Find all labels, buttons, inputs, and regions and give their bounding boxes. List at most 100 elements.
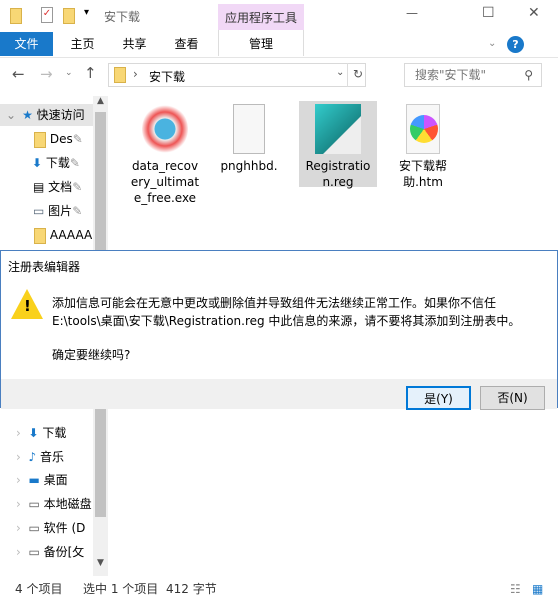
ribbon-divider	[0, 57, 558, 58]
maximize-button[interactable]: ☐	[482, 5, 495, 21]
nav-item-music[interactable]: › ♪ 音乐	[0, 446, 93, 468]
music-icon: ♪	[28, 450, 37, 464]
address-dropdown-icon[interactable]: ⌄	[336, 67, 344, 78]
breadcrumb-item[interactable]: 安下载	[149, 68, 185, 85]
help-icon[interactable]: ?	[507, 36, 524, 53]
large-icons-view-icon[interactable]: ▦	[532, 578, 543, 600]
no-button[interactable]: 否(N)	[480, 386, 545, 410]
recent-dropdown-icon[interactable]: ⌄	[65, 68, 73, 78]
address-bar[interactable]: › 安下载 ⌄ ↻	[108, 63, 366, 87]
details-view-icon[interactable]: ☷	[510, 578, 521, 600]
dialog-message: 添加信息可能会在无意中更改或删除值并导致组件无法继续正常工作。如果你不信任 E:…	[52, 294, 520, 364]
drive-icon: ▭	[28, 497, 40, 511]
chevron-down-icon: ⌄	[6, 108, 17, 122]
tab-file[interactable]: 文件	[0, 32, 53, 56]
file-name: 安下载帮助.htm	[398, 159, 447, 189]
drive-icon: ▭	[28, 521, 40, 535]
nav-item-local-disk[interactable]: › ▭ 本地磁盘	[0, 493, 93, 515]
message-line: 添加信息可能会在无意中更改或删除值并导致组件无法继续正常工作。如果你不信任	[52, 296, 497, 310]
customize-dropdown-icon[interactable]: ▾	[84, 7, 89, 18]
search-icon: ⚲	[524, 68, 533, 82]
tab-manage[interactable]: 管理	[218, 32, 304, 56]
nav-item-desktop[interactable]: › ▬ 桌面	[0, 469, 93, 491]
desktop-icon: ▬	[28, 473, 40, 487]
html-file-icon	[406, 104, 440, 154]
search-input[interactable]: 搜索"安下载" ⚲	[404, 63, 542, 87]
scroll-down-icon[interactable]: ▼	[93, 558, 108, 568]
message-question: 确定要继续吗?	[52, 348, 131, 362]
document-icon: ▤	[33, 180, 45, 194]
status-bar: 4 个项目 选中 1 个项目 412 字节 ☷ ▦	[0, 578, 558, 600]
close-button[interactable]: ✕	[528, 5, 540, 21]
dialog-footer: 是(Y) 否(N)	[1, 379, 557, 410]
pin-icon: ✎	[72, 180, 83, 194]
warning-icon: !	[11, 289, 43, 319]
nav-label: 图片	[48, 204, 73, 218]
nav-item-folder[interactable]: AAAAA	[0, 224, 93, 246]
title-bar: ✓ ▾ 安下载 应用程序工具 — ☐ ✕	[0, 0, 558, 56]
nav-label: 音乐	[39, 450, 64, 464]
nav-label: 文档	[48, 180, 73, 194]
nav-quick-access[interactable]: ⌄ ★ 快速访问	[0, 104, 93, 126]
back-icon[interactable]: ←	[12, 65, 25, 83]
file-item-selected[interactable]: Registration.reg	[299, 101, 377, 189]
window-title: 安下载	[104, 10, 141, 24]
nav-item-pictures[interactable]: ▭ 图片✎	[0, 200, 93, 222]
folder-icon	[34, 227, 46, 244]
nav-label: 快速访问	[36, 108, 85, 122]
nav-item-drive-d[interactable]: › ▭ 软件 (D	[0, 517, 93, 539]
registry-file-icon	[315, 104, 361, 154]
dialog-title: 注册表编辑器	[8, 260, 81, 274]
minimize-button[interactable]: —	[406, 6, 418, 20]
nav-item-desktop[interactable]: Des✎	[0, 128, 93, 150]
pin-icon: ✎	[69, 156, 80, 170]
selected-size: 412 字节	[166, 582, 217, 596]
nav-label: 软件 (D	[43, 521, 86, 535]
new-folder-icon[interactable]	[63, 8, 75, 24]
file-name: data_recovery_ultimate_free.exe	[130, 159, 200, 205]
tab-view[interactable]: 查看	[164, 32, 209, 56]
nav-label: 桌面	[43, 473, 68, 487]
nav-label: AAAAA	[49, 228, 93, 242]
recovery-app-icon	[142, 104, 188, 154]
nav-item-downloads[interactable]: ⬇ 下载✎	[0, 152, 93, 174]
folder-icon	[34, 131, 46, 148]
selected-count: 选中 1 个项目	[83, 582, 159, 596]
tab-share[interactable]: 共享	[112, 32, 157, 56]
nav-label: 本地磁盘	[43, 497, 92, 511]
folder-icon	[114, 67, 126, 83]
yes-button[interactable]: 是(Y)	[406, 386, 471, 410]
file-item[interactable]: data_recovery_ultimate_free.exe	[126, 104, 204, 206]
file-item[interactable]: 安下载帮助.htm	[384, 104, 462, 190]
nav-label: 下载	[42, 426, 67, 440]
properties-icon[interactable]: ✓	[41, 7, 53, 23]
scroll-up-icon[interactable]: ▲	[93, 96, 108, 106]
tab-home[interactable]: 主页	[60, 32, 105, 56]
download-icon: ⬇	[28, 426, 39, 440]
nav-label: Des	[49, 132, 73, 146]
nav-item-downloads[interactable]: › ⬇ 下载	[0, 422, 93, 444]
forward-icon[interactable]: →	[40, 65, 53, 83]
registry-editor-dialog: 注册表编辑器 ! 添加信息可能会在无意中更改或删除值并导致组件无法继续正常工作。…	[0, 250, 558, 410]
picture-icon: ▭	[33, 204, 45, 218]
up-icon[interactable]: ↑	[84, 64, 97, 82]
blank-file-icon	[233, 104, 265, 154]
nav-label: 下载	[45, 156, 70, 170]
download-icon: ⬇	[32, 156, 43, 170]
folder-icon	[10, 8, 22, 24]
expand-ribbon-icon[interactable]: ⌄	[488, 38, 496, 49]
pin-icon: ✎	[72, 132, 83, 146]
nav-item-backup[interactable]: › ▭ 备份[攵	[0, 541, 93, 563]
drive-icon: ▭	[28, 545, 40, 559]
context-tab-label: 应用程序工具	[224, 11, 297, 25]
message-line: E:\tools\桌面\安下载\Registration.reg 中此信息的来源…	[52, 314, 521, 328]
item-count: 4 个项目	[15, 582, 63, 596]
file-name: pnghhbd.	[220, 159, 278, 173]
search-placeholder: 搜索"安下载"	[415, 68, 487, 82]
breadcrumb-separator: ›	[133, 67, 138, 81]
nav-item-documents[interactable]: ▤ 文档✎	[0, 176, 93, 198]
file-item[interactable]: pnghhbd.	[210, 104, 288, 174]
refresh-icon[interactable]: ↻	[353, 67, 363, 81]
nav-label: 备份[攵	[43, 545, 85, 559]
file-name: Registration.reg	[305, 159, 371, 189]
